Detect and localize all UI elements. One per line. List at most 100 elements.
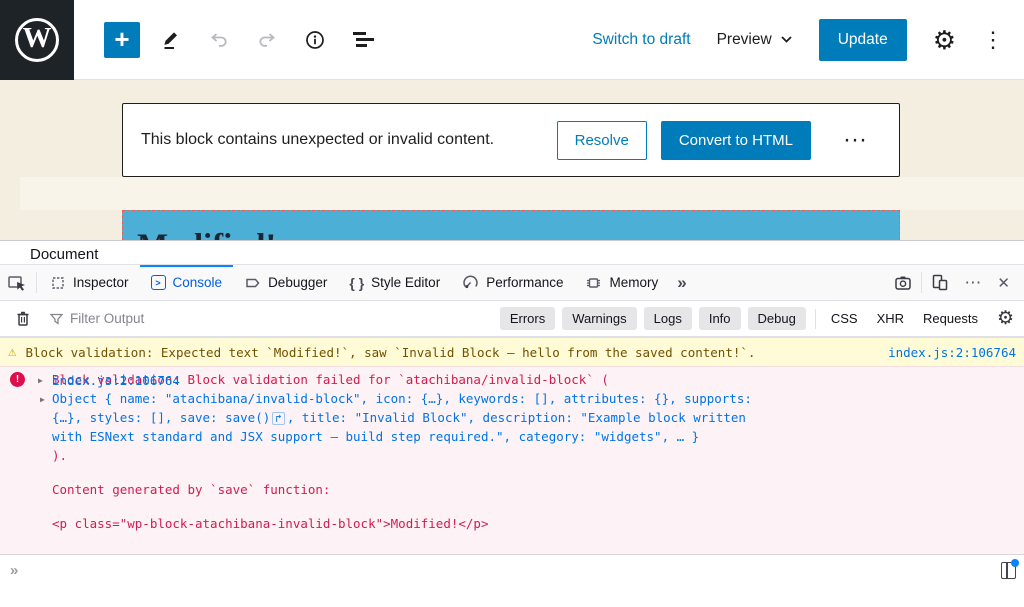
warning-triangle-icon: ⚠ [8,345,16,359]
list-view-icon [353,32,374,47]
console-settings-gear-icon[interactable]: ⚙ [991,309,1016,328]
object-preview-line-1[interactable]: Object { name: "atachibana/invalid-block… [52,391,752,406]
toolbar-separator [815,309,816,329]
tab-inspector[interactable]: Inspector [39,265,140,300]
block-more-options-icon[interactable]: ··· [843,135,867,145]
preview-label: Preview [717,31,772,49]
console-error-block: ! ▶ Block validation: Block validation f… [0,367,1024,554]
close-devtools-icon[interactable]: ✕ [989,265,1018,300]
filter-output-input[interactable] [70,311,310,326]
responsive-design-icon [931,274,949,291]
toolbar-separator [36,272,37,293]
more-tabs-chevrons-icon[interactable]: » [669,265,694,300]
devtools-panel: Document Inspector > Console Debugg [0,240,1024,607]
preview-dropdown[interactable]: Preview [717,31,793,49]
memory-icon [585,275,602,291]
tab-console[interactable]: > Console [140,265,234,300]
object-preview-text: {…}, styles: [], save: save() [52,410,270,425]
tab-debugger[interactable]: Debugger [233,265,338,300]
console-input-row[interactable]: » [0,554,1024,607]
tab-label: Memory [609,275,658,290]
devtools-toolbar: Inspector > Console Debugger { } Style E… [0,264,1024,301]
info-icon [304,29,326,51]
performance-icon [462,274,479,291]
filter-debug-button[interactable]: Debug [748,307,806,330]
devtools-toolbar-right: ⋯ ✕ [887,265,1024,300]
wordpress-logo-icon: W [15,18,59,62]
filter-info-button[interactable]: Info [699,307,741,330]
convert-to-html-button[interactable]: Convert to HTML [661,121,811,160]
filter-errors-button[interactable]: Errors [500,307,555,330]
selected-invalid-block[interactable]: Modified! [122,210,900,240]
editor-header-right: Switch to draft Preview Update ⚙ ⋮ [592,19,1024,61]
camera-icon [894,275,912,291]
clipped-block-heading: Modified! [137,228,899,240]
settings-gear-icon[interactable]: ⚙ [933,27,956,53]
filter-xhr-button[interactable]: XHR [871,307,910,330]
console-warning-row: ⚠ Block validation: Expected text `Modif… [0,337,1024,367]
console-prompt-icon[interactable]: » [10,562,18,579]
filter-css-button[interactable]: CSS [825,307,864,330]
split-console-icon[interactable] [1001,562,1016,579]
tab-label: Debugger [268,275,327,290]
object-preview-line-2[interactable]: {…}, styles: [], save: save()↱, title: "… [52,410,746,425]
canvas-content-band [20,177,1024,210]
invalid-block-message: This block contains unexpected or invali… [141,131,494,149]
edit-mode-button[interactable] [154,23,188,57]
toolbar-separator [921,272,922,293]
object-preview-text: , title: "Invalid Block", description: "… [287,410,746,425]
details-button[interactable] [298,23,332,57]
filter-buttons: Errors Warnings Logs Info Debug CSS XHR … [500,307,1016,330]
error-close-paren: ). [52,448,67,463]
inspector-icon [50,275,66,291]
error-content-label: Content generated by `save` function: [52,482,330,497]
tab-label: Inspector [73,275,129,290]
update-button[interactable]: Update [819,19,907,61]
document-tab[interactable]: Document [0,246,98,264]
screenshot-button[interactable] [887,265,919,300]
tab-style-editor[interactable]: { } Style Editor [338,265,451,300]
undo-button[interactable] [202,23,236,57]
undo-icon [207,28,231,52]
tab-label: Style Editor [371,275,440,290]
wordpress-logo[interactable]: W [0,0,74,80]
console-filter-bar: Errors Warnings Logs Info Debug CSS XHR … [0,301,1024,337]
pencil-icon [160,29,182,51]
redo-button[interactable] [250,23,284,57]
error-twisty-icon[interactable]: ▶ [38,376,43,385]
switch-to-draft-link[interactable]: Switch to draft [592,31,690,49]
funnel-icon [49,312,64,326]
debugger-icon [244,275,261,291]
pick-element-icon [7,274,27,292]
options-kebab-icon[interactable]: ⋮ [982,29,1004,51]
clear-console-button[interactable] [8,310,38,327]
warning-source-link[interactable]: index.js:2:106764 [888,345,1016,360]
invalid-block-warning-card: This block contains unexpected or invali… [122,103,900,177]
trash-icon [15,310,31,327]
devtools-options-icon[interactable]: ⋯ [956,265,989,300]
resolve-button[interactable]: Resolve [557,121,647,160]
plus-icon: + [114,24,129,55]
block-inserter-button[interactable]: + [104,22,140,58]
responsive-design-mode-button[interactable] [924,265,956,300]
error-source-link[interactable]: index.js:2:106764 [52,373,1016,388]
tab-memory[interactable]: Memory [574,265,669,300]
warning-message: Block validation: Expected text `Modifie… [25,345,755,360]
object-preview-line-3: with ESNext standard and JSX support — b… [52,429,699,444]
error-icon: ! [10,372,25,387]
pick-element-button[interactable] [0,265,34,300]
editor-header: W + [0,0,1024,80]
list-view-button[interactable] [346,23,380,57]
tab-label: Console [173,275,223,290]
error-html-output: <p class="wp-block-atachibana-invalid-bl… [52,516,489,531]
filter-logs-button[interactable]: Logs [644,307,692,330]
filter-input-wrap [49,311,310,326]
chevron-down-icon [780,35,793,44]
redo-icon [255,28,279,52]
filter-warnings-button[interactable]: Warnings [562,307,636,330]
jump-to-definition-icon[interactable]: ↱ [272,412,285,425]
object-twisty-icon[interactable]: ▶ [40,395,45,404]
tab-performance[interactable]: Performance [451,265,574,300]
style-editor-icon: { } [349,275,364,291]
filter-requests-button[interactable]: Requests [917,307,984,330]
